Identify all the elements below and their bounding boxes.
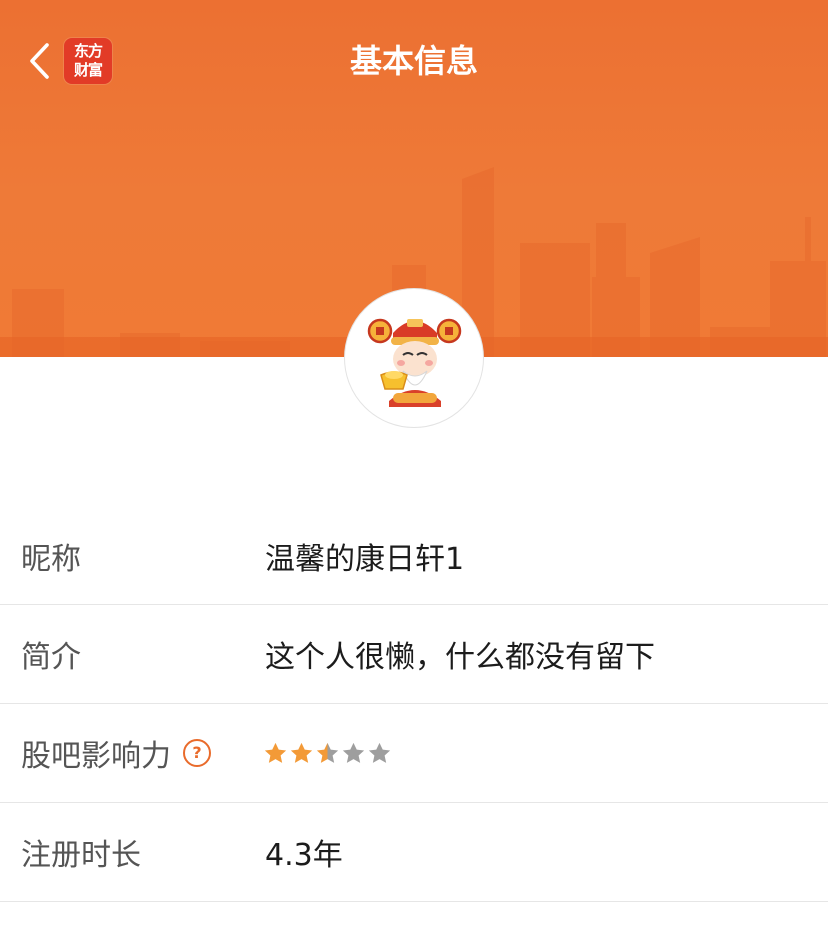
star-empty-icon: [342, 742, 365, 763]
nickname-label: 昵称: [21, 542, 81, 577]
registration-label: 注册时长: [21, 838, 141, 873]
influence-label: 股吧影响力: [21, 739, 171, 774]
avatar[interactable]: [344, 288, 484, 428]
star-empty-icon: [368, 742, 391, 763]
influence-label-group: 股吧影响力 ?: [21, 731, 211, 775]
nickname-value: 温馨的康日轩1: [265, 542, 465, 577]
question-circle-icon[interactable]: ?: [183, 739, 211, 767]
info-row-nickname: 昵称 温馨的康日轩1: [0, 508, 828, 605]
star-half-icon: [316, 742, 339, 763]
registration-value: 4.3年: [265, 838, 343, 873]
bio-label: 简介: [21, 640, 81, 675]
star-filled-icon: [290, 742, 313, 763]
info-row-registration: 注册时长 4.3年: [0, 803, 828, 902]
bio-value: 这个人很懒，什么都没有留下: [265, 640, 655, 675]
star-filled-icon: [264, 742, 287, 763]
influence-star-rating: [263, 741, 392, 766]
info-row-bio: 简介 这个人很懒，什么都没有留下: [0, 605, 828, 704]
god-of-wealth-avatar-icon: [367, 318, 462, 407]
info-row-influence: 股吧影响力 ?: [0, 704, 828, 803]
page-title: 基本信息: [349, 42, 478, 80]
info-list: 昵称 温馨的康日轩1 简介 这个人很懒，什么都没有留下 股吧影响力 ? 注册时长…: [0, 508, 828, 902]
